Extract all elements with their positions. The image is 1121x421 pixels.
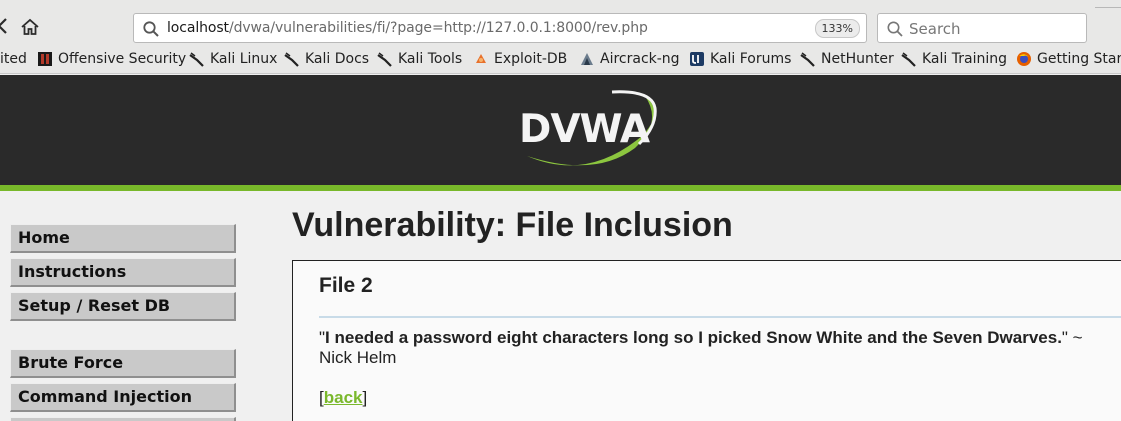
toolbar-edge — [1095, 0, 1121, 8]
bookmark-label: Getting Start — [1037, 51, 1121, 67]
home-icon[interactable] — [20, 18, 40, 36]
bookmark-label: Offensive Security — [58, 51, 187, 67]
bookmark-item[interactable]: ited — [0, 51, 27, 67]
logo-text: DVWA — [519, 107, 650, 152]
zoom-indicator[interactable]: 133% — [814, 19, 860, 38]
bookmark-kali-forums[interactable]: Kali Forums — [689, 51, 791, 67]
menu-instructions[interactable]: Instructions — [10, 258, 236, 287]
bookmark-offensive-security[interactable]: Offensive Security — [37, 51, 186, 67]
bookmark-label: Kali Linux — [210, 51, 278, 67]
kali-dragon-icon — [800, 52, 815, 67]
dvwa-header: DVWA — [0, 75, 1121, 185]
kali-dragon-icon — [901, 52, 916, 67]
bookmark-label: NetHunter — [821, 51, 894, 67]
bookmark-label: Kali Docs — [305, 51, 370, 67]
menu-setup-reset-db[interactable]: Setup / Reset DB — [10, 292, 236, 321]
kali-dragon-icon — [189, 52, 204, 67]
bookmark-aircrack-ng[interactable]: Aircrack-ng — [579, 51, 680, 67]
search-icon — [143, 21, 159, 37]
bookmark-label: Aircrack-ng — [600, 51, 680, 67]
quote-text: "I needed a password eight characters lo… — [319, 328, 1121, 368]
quote-author: Nick Helm — [319, 348, 397, 367]
bookmark-getting-started[interactable]: Getting Start — [1016, 51, 1121, 67]
bracket-close: ] — [362, 388, 368, 407]
file-heading: File 2 — [319, 274, 373, 297]
back-link[interactable]: back — [324, 388, 363, 407]
quote-close: " ~ — [1061, 328, 1083, 347]
kali-forums-icon — [690, 52, 704, 66]
bookmark-kali-docs[interactable]: Kali Docs — [284, 51, 369, 67]
back-link-wrapper: [back] — [319, 388, 367, 408]
content-box: File 2 "I needed a password eight charac… — [292, 260, 1121, 421]
bookmark-label: ited — [0, 51, 27, 67]
menu-command-injection[interactable]: Command Injection — [10, 383, 236, 412]
bookmark-label: Kali Training — [922, 51, 1007, 67]
bookmark-label: Kali Tools — [398, 51, 463, 67]
kali-dragon-icon — [284, 52, 299, 67]
bookmark-nethunter[interactable]: NetHunter — [800, 51, 894, 67]
url-path: /dvwa/vulnerabilities/fi/?page=http://12… — [228, 20, 648, 36]
search-bar[interactable]: Search — [877, 13, 1087, 43]
url-host: localhost — [167, 20, 229, 36]
header-accent-stripe — [0, 185, 1121, 191]
divider — [319, 316, 1121, 318]
bookmark-exploit-db[interactable]: Exploit-DB — [473, 51, 567, 67]
page-title: Vulnerability: File Inclusion — [292, 206, 733, 244]
kali-dragon-icon — [377, 52, 392, 67]
dvwa-logo[interactable]: DVWA — [517, 86, 662, 170]
bookmark-label: Kali Forums — [710, 51, 792, 67]
quote-body: I needed a password eight characters lon… — [325, 328, 1062, 347]
menu-next-item[interactable] — [10, 417, 236, 421]
bookmark-kali-training[interactable]: Kali Training — [901, 51, 1007, 67]
browser-toolbar: localhost/dvwa/vulnerabilities/fi/?page=… — [0, 0, 1121, 46]
menu-brute-force[interactable]: Brute Force — [10, 349, 236, 378]
search-icon — [887, 21, 903, 37]
url-bar[interactable]: localhost/dvwa/vulnerabilities/fi/?page=… — [133, 13, 867, 43]
offensive-security-icon — [38, 52, 52, 66]
search-placeholder: Search — [909, 20, 961, 38]
url-text[interactable]: localhost/dvwa/vulnerabilities/fi/?page=… — [167, 20, 648, 36]
bookmark-kali-linux[interactable]: Kali Linux — [189, 51, 277, 67]
aircrack-icon — [581, 53, 593, 65]
bookmark-kali-tools[interactable]: Kali Tools — [377, 51, 462, 67]
exploit-db-icon — [476, 54, 486, 63]
bookmark-label: Exploit-DB — [494, 51, 568, 67]
firefox-icon — [1017, 52, 1031, 66]
bookmarks-bar: ited Offensive Security Kali Linux Kali … — [0, 46, 1121, 74]
menu-home[interactable]: Home — [10, 224, 236, 253]
back-arrow-icon[interactable] — [0, 16, 10, 36]
